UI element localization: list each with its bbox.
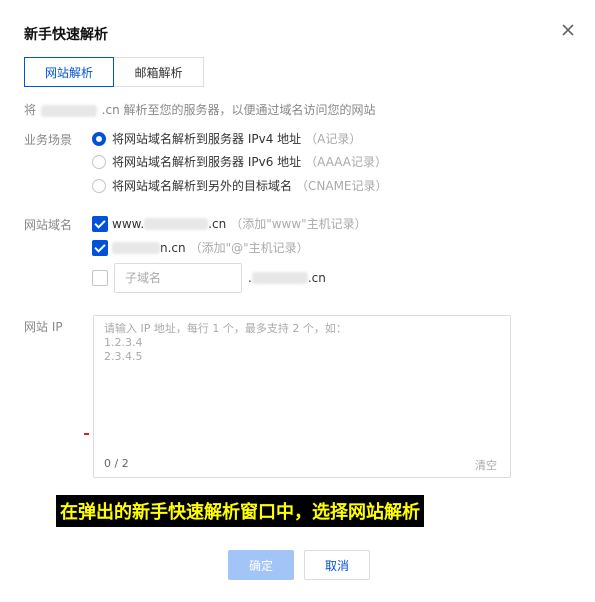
- blurred-domain: [251, 272, 308, 284]
- radio-ipv4-text: 将网站域名解析到服务器 IPv4 地址: [112, 132, 302, 146]
- clear-button[interactable]: 清空: [475, 457, 497, 473]
- radio-ipv6-hint: （AAAA记录）: [305, 155, 387, 169]
- radio-ipv6-indicator[interactable]: [92, 154, 106, 169]
- check-custom-box[interactable]: [92, 270, 108, 286]
- root-hint: （添加"@"主机记录）: [189, 241, 309, 255]
- tab-bar: 网站解析 邮箱解析: [24, 57, 204, 87]
- check-custom[interactable]: . .cn: [92, 263, 326, 293]
- www-suffix: .cn: [208, 216, 227, 231]
- radio-ipv4-indicator[interactable]: [92, 131, 106, 146]
- radio-ipv6-text: 将网站域名解析到服务器 IPv6 地址: [112, 155, 302, 169]
- check-root-box[interactable]: [92, 239, 108, 256]
- ip-textarea[interactable]: 请输入 IP 地址，每行 1 个，最多支持 2 个，如： 1.2.3.4 2.3…: [93, 315, 511, 478]
- tab-email-resolution[interactable]: 邮箱解析: [114, 57, 204, 87]
- dialog-title: 新手快速解析: [24, 27, 108, 43]
- radio-cname[interactable]: 将网站域名解析到另外的目标域名 （CNAME记录）: [92, 177, 388, 194]
- blurred-domain: [144, 217, 209, 230]
- resolution-tip: 将 .cn 解析至您的服务器，以便通过域名访问您的网站: [24, 101, 376, 118]
- ip-counter: 0 / 2: [104, 457, 129, 470]
- radio-cname-indicator[interactable]: [92, 178, 106, 193]
- red-marker: [84, 433, 89, 435]
- radio-ipv6[interactable]: 将网站域名解析到服务器 IPv6 地址 （AAAA记录）: [92, 153, 387, 170]
- check-www-box[interactable]: [92, 215, 108, 232]
- ip-label: 网站 IP: [24, 320, 63, 334]
- cancel-button[interactable]: 取消: [304, 550, 370, 580]
- radio-cname-text: 将网站域名解析到另外的目标域名: [112, 179, 293, 193]
- tab-website-resolution[interactable]: 网站解析: [24, 57, 114, 87]
- confirm-button[interactable]: 确定: [228, 550, 294, 580]
- ip-placeholder: 请输入 IP 地址，每行 1 个，最多支持 2 个，如： 1.2.3.4 2.3…: [104, 322, 347, 363]
- check-www[interactable]: www. .cn （添加"www"主机记录）: [92, 215, 367, 232]
- domain-label: 网站域名: [24, 218, 73, 232]
- tip-prefix: 将: [24, 103, 37, 117]
- check-root[interactable]: n.cn （添加"@"主机记录）: [92, 239, 309, 256]
- tip-suffix: .cn 解析至您的服务器，以便通过域名访问您的网站: [101, 103, 376, 117]
- radio-ipv4[interactable]: 将网站域名解析到服务器 IPv4 地址 （A记录）: [92, 130, 361, 147]
- custom-suffix: .cn: [307, 271, 326, 285]
- blurred-domain: [112, 241, 160, 254]
- scenario-label: 业务场景: [24, 133, 73, 147]
- tutorial-caption: 在弹出的新手快速解析窗口中，选择网站解析: [56, 495, 424, 527]
- radio-cname-hint: （CNAME记录）: [296, 179, 388, 193]
- close-icon[interactable]: [560, 22, 576, 38]
- subdomain-input[interactable]: [114, 263, 242, 293]
- root-suffix: n.cn: [160, 240, 186, 255]
- blurred-domain: [40, 104, 97, 117]
- radio-ipv4-hint: （A记录）: [305, 132, 362, 146]
- www-hint: （添加"www"主机记录）: [230, 217, 367, 231]
- www-prefix: www.: [112, 216, 145, 231]
